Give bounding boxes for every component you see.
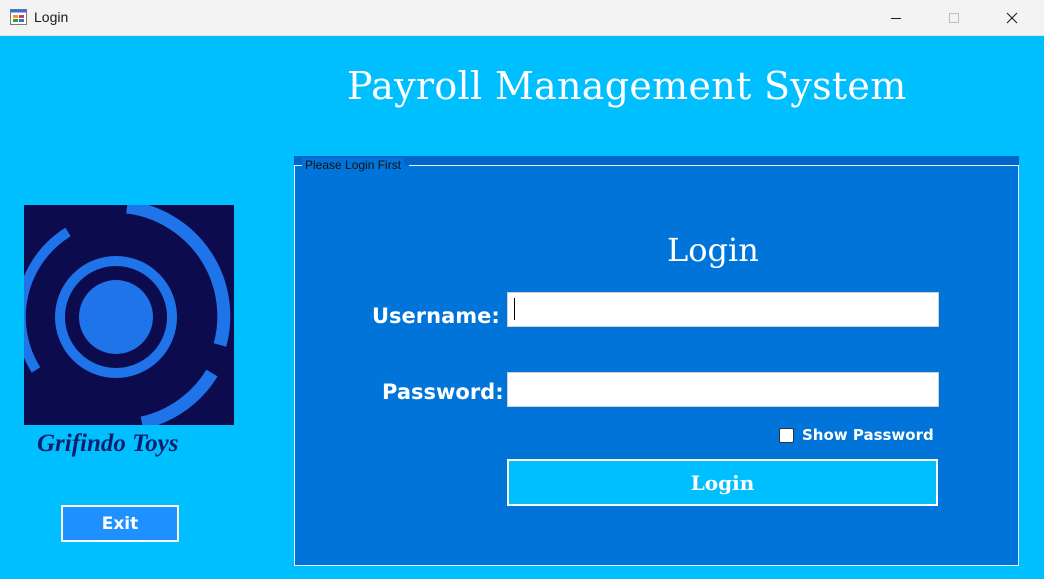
group-legend: Please Login First [302,158,405,172]
app-window-icon [10,9,27,25]
title-bar: Login [0,0,1044,36]
window-title: Login [34,9,69,25]
text-caret [514,298,515,320]
close-button[interactable] [983,0,1041,36]
login-heading: Login [667,231,759,269]
group-border-top-right [409,165,1019,166]
login-button[interactable]: Login [507,459,938,506]
group-border-top-left [294,165,302,166]
brand-name: Grifindo Toys [37,430,179,457]
show-password-toggle[interactable]: Show Password [779,426,934,444]
maximize-button[interactable] [925,0,983,36]
brand-logo [24,205,234,425]
minimize-button[interactable] [867,0,925,36]
app-title: Payroll Management System [347,64,907,108]
exit-button[interactable]: Exit [61,505,179,542]
show-password-checkbox[interactable] [779,427,794,443]
username-label: Username: [372,304,500,328]
maximize-icon [949,13,959,23]
minimize-icon [891,18,901,19]
show-password-label: Show Password [802,426,934,444]
password-label: Password: [382,380,504,404]
password-input[interactable] [507,372,939,407]
concentric-rings-logo [24,205,231,425]
close-icon [1006,12,1018,24]
username-input[interactable] [507,292,939,327]
